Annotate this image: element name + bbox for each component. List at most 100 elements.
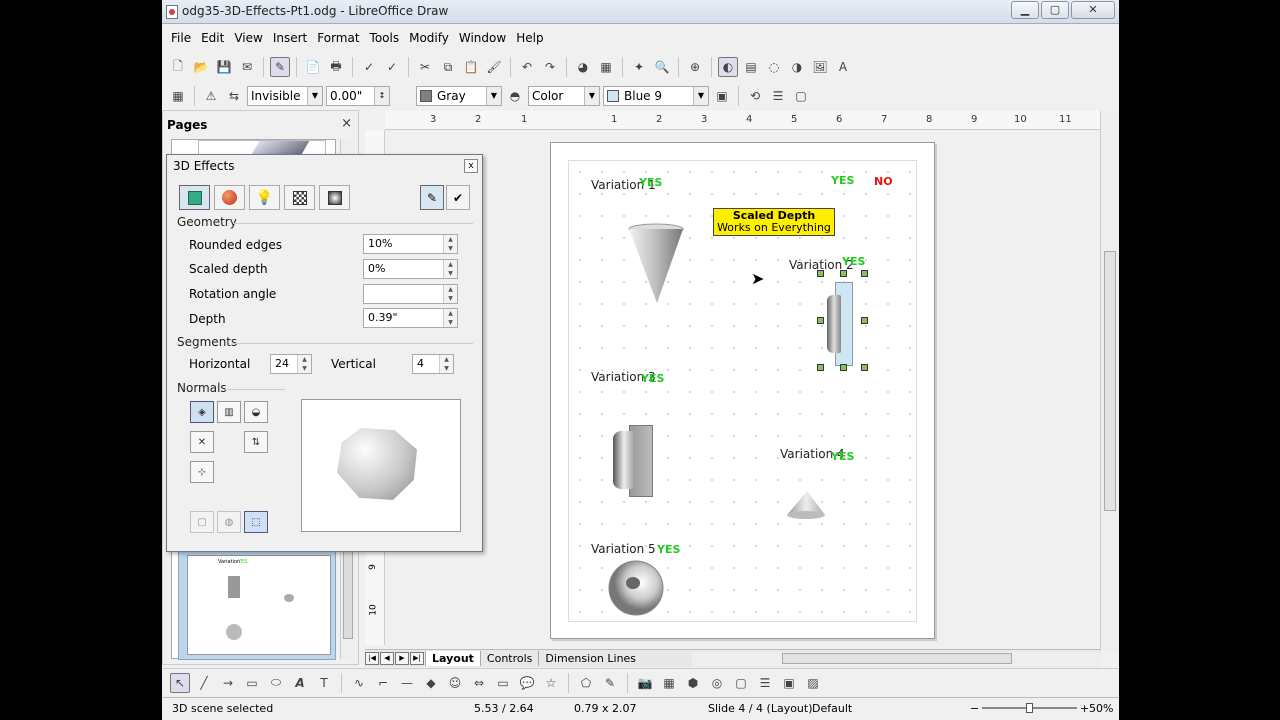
selection-handle[interactable] [861, 364, 868, 371]
next-tab-icon[interactable]: ▶ [395, 652, 409, 665]
depth-field[interactable]: 0.39" ▲ ▼ [363, 308, 458, 328]
double-sided-lighting-button[interactable]: ⇅ [244, 431, 268, 453]
spin-arrows-icon[interactable]: ▲ ▼ [297, 355, 311, 373]
align-objects-icon[interactable]: ☰ [755, 673, 775, 693]
arrange-icon[interactable]: ▢ [791, 86, 811, 106]
arrow-style-icon[interactable]: ⇆ [224, 86, 244, 106]
menu-tools[interactable]: Tools [365, 28, 405, 50]
copy-icon[interactable]: ⧉ [438, 57, 458, 77]
table-icon[interactable]: ▦ [596, 57, 616, 77]
shadow-icon[interactable]: ▤ [741, 57, 761, 77]
zoom-percent[interactable]: 50% [1089, 702, 1113, 715]
line-width-field[interactable]: 0.00" ↕ [326, 86, 390, 106]
scaled-depth-field[interactable]: 0% ▲ ▼ [363, 259, 458, 279]
save-icon[interactable]: 💾 [214, 57, 234, 77]
menu-edit[interactable]: Edit [196, 28, 229, 50]
horizontal-scrollbar[interactable] [692, 652, 1100, 666]
rounded-edges-field[interactable]: 10% ▲ ▼ [363, 234, 458, 254]
chevron-down-icon[interactable]: ▼ [486, 87, 501, 105]
selection-handle[interactable] [817, 364, 824, 371]
redo-icon[interactable]: ↷ [540, 57, 560, 77]
spin-arrows-icon[interactable]: ▲ ▼ [443, 285, 457, 303]
gallery-icon[interactable]: ▦ [659, 673, 679, 693]
callouts-icon[interactable]: 💬 [517, 673, 537, 693]
menu-insert[interactable]: Insert [268, 28, 312, 50]
undo-icon[interactable]: ↶ [517, 57, 537, 77]
line-style-select[interactable]: Invisible ▼ [247, 86, 323, 106]
fontwork-icon[interactable]: A [833, 57, 853, 77]
spin-arrows-icon[interactable]: ▲ ▼ [443, 309, 457, 327]
close-icon[interactable]: x [464, 159, 478, 173]
page-thumbnail-selected[interactable]: Variation YES [178, 550, 336, 660]
close-icon[interactable]: × [341, 116, 352, 131]
autospellcheck-icon[interactable]: ✓ [382, 57, 402, 77]
curve-icon[interactable]: ∿ [349, 673, 369, 693]
rectangle-icon[interactable]: ▭ [242, 673, 262, 693]
selection-handle[interactable] [817, 270, 824, 277]
connector-icon[interactable]: ⌐ [373, 673, 393, 693]
moon-icon[interactable]: ◑ [787, 57, 807, 77]
shadow-objects-icon[interactable]: ▨ [803, 673, 823, 693]
zoom-slider[interactable] [982, 703, 1077, 713]
selection-handle[interactable] [840, 270, 847, 277]
illumination-tab[interactable]: 💡 [249, 185, 280, 210]
basic-shapes-icon[interactable]: ◆ [421, 673, 441, 693]
spin-arrows-icon[interactable]: ▲ ▼ [443, 260, 457, 278]
tab-controls[interactable]: Controls [479, 651, 539, 666]
cut-icon[interactable]: ✂ [415, 57, 435, 77]
new-document-icon[interactable]: 🗋 [168, 57, 188, 77]
chart-icon[interactable]: ◕ [573, 57, 593, 77]
convert-to-lathe-button[interactable]: ◍ [217, 511, 241, 533]
cone-3d-shape[interactable] [627, 223, 685, 305]
arrow-line-icon[interactable]: → [218, 673, 238, 693]
ellipse-icon[interactable]: ⬭ [266, 673, 286, 693]
selection-handle[interactable] [861, 317, 868, 324]
stars-icon[interactable]: ☆ [541, 673, 561, 693]
first-tab-icon[interactable]: |◀ [365, 652, 379, 665]
master-status[interactable]: Default [812, 702, 852, 715]
convert-to-3d-button[interactable]: ▢ [190, 511, 214, 533]
extrusion-icon[interactable]: ◎ [707, 673, 727, 693]
flat-normals-button[interactable]: ▥ [217, 401, 241, 423]
menu-window[interactable]: Window [454, 28, 511, 50]
3d-objects-icon[interactable]: ⬢ [683, 673, 703, 693]
zoom-in-button[interactable]: + [1080, 702, 1089, 715]
edit-file-icon[interactable]: ✎ [270, 57, 290, 77]
double-sided-button[interactable]: ⊹ [190, 461, 214, 483]
export-pdf-icon[interactable]: 📄 [303, 57, 323, 77]
menu-file[interactable]: File [166, 28, 196, 50]
previous-tab-icon[interactable]: ◀ [380, 652, 394, 665]
rotation-angle-field[interactable]: ▲ ▼ [363, 284, 458, 304]
assign-button[interactable]: ✔ [446, 185, 470, 210]
clone-formatting-icon[interactable]: 🖌 [484, 57, 504, 77]
menu-format[interactable]: Format [312, 28, 364, 50]
zoom-out-button[interactable]: − [970, 702, 979, 715]
spin-arrows-icon[interactable]: ▲ ▼ [439, 355, 453, 373]
toggle-extrusion-icon[interactable]: ▢ [731, 673, 751, 693]
scrollbar-thumb[interactable] [782, 653, 1012, 664]
shadow-toggle-icon[interactable]: ▣ [712, 86, 732, 106]
spherical-normals-button[interactable]: ◒ [244, 401, 268, 423]
area-color-select[interactable]: Blue 9 ▼ [603, 86, 709, 106]
zoom-slider-knob[interactable] [1026, 703, 1033, 713]
invert-normals-button[interactable]: ✕ [190, 431, 214, 453]
tab-layout[interactable]: Layout [425, 651, 480, 666]
extruded-3d-shape[interactable] [613, 423, 655, 497]
minimize-button[interactable]: ▁ [1011, 1, 1039, 19]
area-style-select[interactable]: Color ▼ [528, 86, 600, 106]
textures-tab[interactable] [284, 185, 315, 210]
torus-3d-shape[interactable] [607, 559, 665, 617]
material-tab[interactable] [319, 185, 350, 210]
slide-page[interactable]: Variation 1 YES Scaled Depth Works on Ev… [550, 142, 935, 639]
rotate-icon[interactable]: ⟲ [745, 86, 765, 106]
glue-points-icon[interactable]: ✎ [600, 673, 620, 693]
select-arrow-icon[interactable]: ↖ [170, 672, 190, 693]
flowchart-icon[interactable]: ▭ [493, 673, 513, 693]
arrange-objects-icon[interactable]: ▣ [779, 673, 799, 693]
open-folder-icon[interactable]: 📂 [191, 57, 211, 77]
geometry-tab[interactable] [179, 185, 210, 210]
selection-handle[interactable] [861, 270, 868, 277]
zoom-icon[interactable]: 🔍 [652, 57, 672, 77]
image-icon[interactable]: 🖼 [810, 57, 830, 77]
text-icon[interactable]: T [314, 673, 334, 693]
